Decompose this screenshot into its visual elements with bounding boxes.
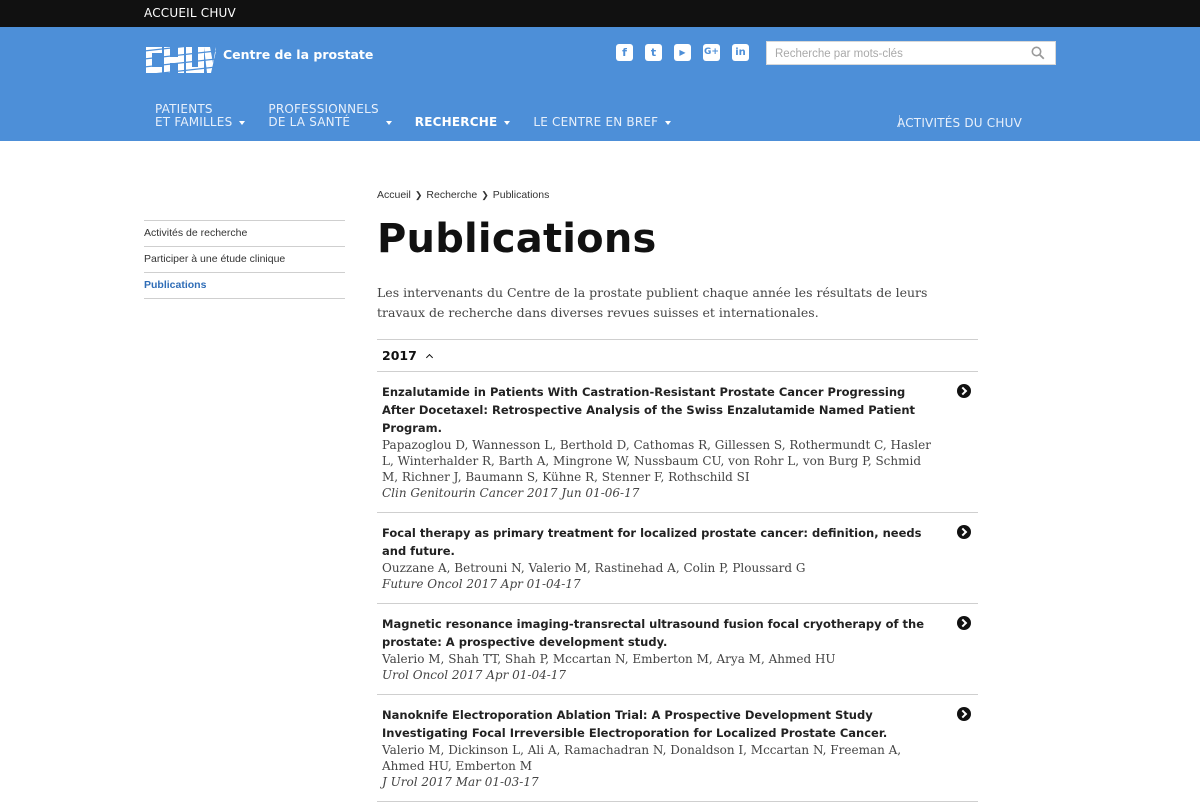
nav-recherche[interactable]: RECHERCHE bbox=[415, 116, 511, 129]
chevron-right-icon: ❯ bbox=[414, 189, 423, 200]
linkedin-icon[interactable]: in bbox=[732, 44, 749, 61]
chuv-logo[interactable] bbox=[144, 41, 216, 79]
caret-down-icon bbox=[239, 121, 246, 125]
breadcrumb-publications[interactable]: Publications bbox=[493, 189, 550, 201]
arrow-circle-right-icon[interactable] bbox=[957, 525, 971, 539]
breadcrumb: Accueil ❯ Recherche ❯ Publications bbox=[377, 183, 978, 207]
site-header: Centre de la prostate f t ▶ G+ in PATIEN… bbox=[0, 27, 1200, 141]
main-nav: PATIENTS ET FAMILLES PROFESSIONNELS DE LA … bbox=[155, 103, 694, 129]
year-label: 2017 bbox=[382, 348, 417, 363]
nav-label: RECHERCHE bbox=[414, 115, 498, 129]
sidebar-item-publications[interactable]: Publications bbox=[144, 273, 345, 299]
year-toggle[interactable]: 2017 bbox=[377, 339, 978, 372]
facebook-icon[interactable]: f bbox=[616, 44, 633, 61]
page-title: Publications bbox=[377, 216, 657, 262]
nav-activites-chuv[interactable]: ACTIVITÉS DU CHUV bbox=[897, 116, 1022, 130]
publication-item[interactable]: Enzalutamide in Patients With Castration… bbox=[377, 372, 978, 513]
search-box bbox=[766, 41, 1056, 65]
chevron-up-icon bbox=[425, 353, 433, 361]
publication-authors: Valerio M, Shah TT, Shah P, Mccartan N, … bbox=[382, 652, 836, 666]
publication-reference: Urol Oncol 2017 Apr 01-04-17 bbox=[382, 668, 567, 682]
publication-item[interactable]: Focal therapy as primary treatment for l… bbox=[377, 513, 978, 604]
publication-reference: Future Oncol 2017 Apr 01-04-17 bbox=[382, 577, 581, 591]
arrow-circle-right-icon[interactable] bbox=[957, 384, 971, 398]
publication-item[interactable]: Magnetic resonance imaging-transrectal u… bbox=[377, 604, 978, 695]
publication-title[interactable]: Nanoknife Electroporation Ablation Trial… bbox=[382, 706, 938, 742]
main-content: Accueil ❯ Recherche ❯ Publications Publi… bbox=[377, 183, 978, 802]
search-icon[interactable] bbox=[1031, 46, 1045, 60]
sidebar-item-activites-recherche[interactable]: Activités de recherche bbox=[144, 221, 345, 247]
publication-authors: Valerio M, Dickinson L, Ali A, Ramachadr… bbox=[382, 743, 902, 773]
publication-title[interactable]: Enzalutamide in Patients With Castration… bbox=[382, 383, 938, 437]
social-links: f t ▶ G+ in bbox=[616, 44, 749, 61]
nav-label: LE CENTRE EN BREF bbox=[533, 115, 659, 129]
breadcrumb-accueil[interactable]: Accueil bbox=[377, 189, 411, 201]
caret-down-icon bbox=[504, 121, 511, 125]
googleplus-icon[interactable]: G+ bbox=[703, 44, 720, 61]
breadcrumb-recherche[interactable]: Recherche bbox=[426, 189, 477, 201]
publication-title[interactable]: Focal therapy as primary treatment for l… bbox=[382, 524, 938, 560]
publication-reference: J Urol 2017 Mar 01-03-17 bbox=[382, 775, 539, 789]
search-input[interactable] bbox=[767, 43, 1017, 65]
nav-label: ET FAMILLES bbox=[155, 115, 233, 129]
nav-centre-en-bref[interactable]: LE CENTRE EN BREF bbox=[533, 115, 672, 129]
publication-authors: Papazoglou D, Wannesson L, Berthold D, C… bbox=[382, 438, 931, 484]
nav-patients-familles[interactable]: PATIENTS ET FAMILLES bbox=[155, 103, 246, 129]
caret-down-icon bbox=[385, 121, 392, 125]
nav-professionnels-sante[interactable]: PROFESSIONNELS DE LA SANTÉ bbox=[268, 103, 392, 129]
chevron-right-icon: ❯ bbox=[481, 189, 489, 200]
twitter-icon[interactable]: t bbox=[645, 44, 662, 61]
intro-text: Les intervenants du Centre de la prostat… bbox=[377, 285, 928, 320]
publication-item[interactable]: Nanoknife Electroporation Ablation Trial… bbox=[377, 695, 978, 802]
accueil-chuv-link[interactable]: ACCUEIL CHUV bbox=[144, 6, 236, 20]
publication-reference: Clin Genitourin Cancer 2017 Jun 01-06-17 bbox=[382, 486, 640, 500]
arrow-circle-right-icon[interactable] bbox=[957, 707, 971, 721]
arrow-circle-right-icon[interactable] bbox=[957, 616, 971, 630]
publication-authors: Ouzzane A, Betrouni N, Valerio M, Rastin… bbox=[382, 561, 806, 575]
youtube-icon[interactable]: ▶ bbox=[674, 44, 691, 61]
nav-label: DE LA SANTÉ bbox=[268, 115, 351, 129]
caret-down-icon bbox=[665, 121, 672, 125]
site-name[interactable]: Centre de la prostate bbox=[223, 47, 373, 62]
publication-title[interactable]: Magnetic resonance imaging-transrectal u… bbox=[382, 615, 938, 651]
sidebar: Activités de recherche Participer à une … bbox=[144, 220, 345, 299]
top-bar: ACCUEIL CHUV bbox=[0, 0, 1200, 27]
sidebar-item-etude-clinique[interactable]: Participer à une étude clinique bbox=[144, 247, 345, 273]
